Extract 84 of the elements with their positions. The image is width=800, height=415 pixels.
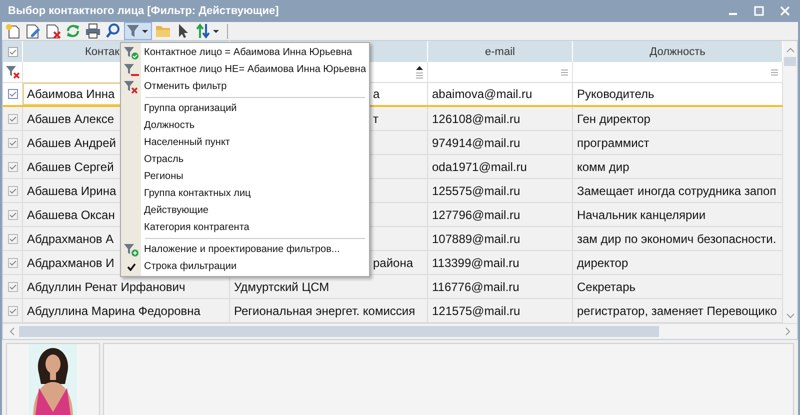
table-cell: программист xyxy=(577,136,650,150)
table-cell: 116776@mail.ru xyxy=(432,280,520,294)
checkbox-icon[interactable] xyxy=(8,210,18,220)
table-cell: Секретарь xyxy=(577,280,636,294)
menu-item[interactable]: Должность xyxy=(121,117,369,134)
table-row[interactable]: Абдуллин Ренат Ирфанович Удмуртский ЦСМ 116776@mail.ru Секретарь xyxy=(3,275,783,299)
table-cell: директор xyxy=(577,256,628,270)
menu-item[interactable]: Действующие xyxy=(121,202,369,219)
filter-dropdown-icon[interactable] xyxy=(126,23,150,39)
table-cell: Абдрахманов А xyxy=(27,232,114,246)
table-cell: Абдрахманов И xyxy=(27,256,114,270)
table-cell: Абашев Сергей xyxy=(27,160,114,174)
horizontal-scrollbar[interactable] xyxy=(3,323,797,339)
checkbox-icon[interactable] xyxy=(8,234,18,244)
search-icon[interactable] xyxy=(105,23,121,39)
table-cell: а xyxy=(373,87,380,101)
table-cell: abaimova@mail.ru xyxy=(432,87,532,101)
printer-icon[interactable] xyxy=(85,23,101,39)
filter-operator-icon[interactable] xyxy=(771,68,778,76)
table-cell: Руководитель xyxy=(577,87,654,101)
checkbox-icon[interactable] xyxy=(8,306,18,316)
filter-operator-icon[interactable] xyxy=(561,68,568,76)
table-cell: 121575@mail.ru xyxy=(432,304,520,318)
table-cell: Абашева Оксан xyxy=(27,208,115,222)
clear-filter-icon xyxy=(124,80,138,94)
table-cell: т xyxy=(373,112,378,126)
table-cell: Замещает иногда сотрудника запоп xyxy=(577,184,776,198)
table-cell: Абашев Алексе xyxy=(27,112,114,126)
filter-check-icon xyxy=(124,46,138,60)
sort-arrow-icon[interactable] xyxy=(416,66,423,70)
table-cell: 127796@mail.ru xyxy=(432,208,520,222)
table-cell: Абашев Андрей xyxy=(27,136,116,150)
table-cell: Абашева Ирина xyxy=(27,184,116,198)
checkbox-icon[interactable] xyxy=(8,114,18,124)
scroll-down-icon[interactable] xyxy=(786,313,794,319)
menu-item[interactable]: Контактное лицо НЕ= Абаимова Инна Юрьевна xyxy=(121,61,369,78)
edit-document-icon[interactable] xyxy=(25,23,41,39)
table-cell: Абдуллина Марина Федоровна xyxy=(27,304,200,318)
filter-minus-icon xyxy=(124,62,138,76)
menu-item[interactable]: Группа контактных лиц xyxy=(121,185,369,202)
scroll-left-icon[interactable] xyxy=(9,327,15,336)
checkbox-icon[interactable] xyxy=(8,162,18,172)
checkbox-icon[interactable] xyxy=(8,46,18,56)
checkbox-icon[interactable] xyxy=(8,186,18,196)
sort-dropdown-icon[interactable] xyxy=(195,23,221,39)
clear-filter-icon[interactable] xyxy=(6,65,20,79)
table-cell: района xyxy=(373,256,414,270)
table-cell: 974914@mail.ru xyxy=(432,136,520,150)
delete-document-icon[interactable] xyxy=(45,23,61,39)
vertical-scrollbar[interactable] xyxy=(783,41,797,323)
menu-item[interactable]: Населенный пункт xyxy=(121,134,369,151)
table-cell: Начальник канцелярии xyxy=(577,208,706,222)
table-cell: 113399@mail.ru xyxy=(432,256,520,270)
table-cell: регистратор, заменяет Перевощико xyxy=(577,304,777,318)
menu-item[interactable]: Строка фильтрации xyxy=(121,258,369,275)
table-cell: Ген директор xyxy=(577,112,650,126)
table-row[interactable]: Абдуллина Марина Федоровна Региональная энергет. комиссия 121575@mail.ru регистратор, заменяет Перевощико xyxy=(3,299,783,323)
filter-plus-icon xyxy=(124,242,138,256)
menu-item[interactable]: Контактное лицо = Абаимова Инна Юрьевна xyxy=(121,44,369,61)
column-header[interactable]: Контак xyxy=(85,46,120,58)
new-document-icon[interactable] xyxy=(5,23,21,39)
table-cell: комм дир xyxy=(577,160,630,174)
checkbox-icon[interactable] xyxy=(8,89,18,99)
maximize-icon[interactable] xyxy=(754,6,764,16)
table-cell: 126108@mail.ru xyxy=(432,112,520,126)
table-cell: 107889@mail.ru xyxy=(432,232,520,246)
checkbox-icon[interactable] xyxy=(8,282,18,292)
column-header[interactable]: Должность xyxy=(650,46,706,58)
checkbox-icon[interactable] xyxy=(8,258,18,268)
window-title: Выбор контактного лица [Фильтр: Действующие] xyxy=(8,5,279,17)
scrollbar-thumb[interactable] xyxy=(19,326,659,337)
close-icon[interactable] xyxy=(780,6,790,16)
scroll-right-icon[interactable] xyxy=(785,327,791,336)
scrollbar-thumb[interactable] xyxy=(784,57,796,66)
column-header[interactable]: e-mail xyxy=(485,46,515,58)
table-cell: Абаимова Инна xyxy=(27,87,115,101)
table-cell: oda1971@mail.ru xyxy=(432,160,527,174)
table-cell: Удмуртский ЦСМ xyxy=(234,280,330,294)
checkbox-icon[interactable] xyxy=(8,138,18,148)
table-cell: 125575@mail.ru xyxy=(432,184,520,198)
table-cell: Абдуллин Ренат Ирфанович xyxy=(27,280,186,294)
scroll-up-icon[interactable] xyxy=(786,47,794,53)
table-cell: зам дир по экономич безопасности. xyxy=(577,232,776,246)
table-cell: Региональная энергет. комиссия xyxy=(234,304,416,318)
